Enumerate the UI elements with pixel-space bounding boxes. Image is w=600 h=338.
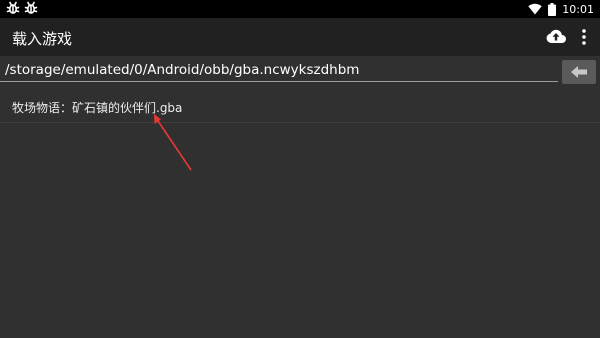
debug-bug-icon <box>6 1 20 14</box>
file-name: 牧场物语：矿石镇的伙伴们.gba <box>12 101 183 115</box>
annotation-arrow-shaft <box>155 117 192 171</box>
clock: 10:01 <box>562 2 594 16</box>
more-vert-icon[interactable] <box>579 28 589 46</box>
debug-bug-icon <box>24 1 38 14</box>
status-right: 10:01 <box>528 0 594 18</box>
cloud-upload-icon[interactable] <box>546 28 566 44</box>
battery-icon <box>548 2 557 16</box>
app-bar: 载入游戏 <box>0 18 600 56</box>
wifi-icon <box>528 3 542 15</box>
back-button[interactable] <box>562 60 596 84</box>
status-bar: 10:01 <box>0 0 600 18</box>
path-input[interactable] <box>0 58 558 82</box>
status-left <box>6 1 38 15</box>
file-item[interactable]: 牧场物语：矿石镇的伙伴们.gba <box>0 90 600 123</box>
arrow-back-icon <box>571 66 587 78</box>
file-list: 牧场物语：矿石镇的伙伴们.gba <box>0 90 600 123</box>
page-title: 载入游戏 <box>12 30 73 48</box>
